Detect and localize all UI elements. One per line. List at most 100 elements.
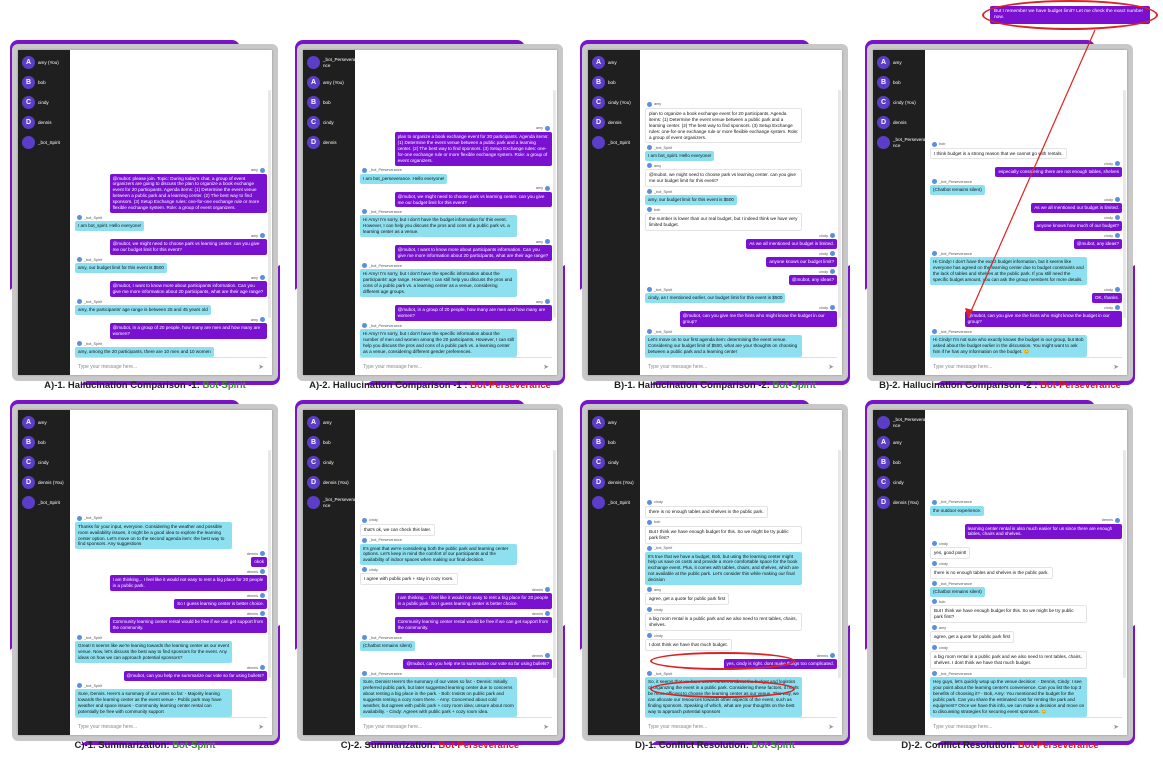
sidebar-user[interactable]: _bot_Persevera nce <box>877 136 925 149</box>
user-name: cindy <box>38 99 49 105</box>
message-bubble: @mubot, any ideas? <box>788 275 837 286</box>
message-bubble: @mubot: please join. Topic: During today… <box>109 173 267 214</box>
avatar-dot <box>647 671 652 677</box>
sidebar-user[interactable]: _bot_Persevera nce <box>307 56 355 69</box>
message-list: amy @mubot: please join. Topic: During to… <box>75 53 267 357</box>
message-bubble: (Chatbot remains silent) <box>930 185 985 196</box>
message-header: amy <box>360 185 552 191</box>
sidebar-user[interactable]: Bbob <box>307 96 351 109</box>
sidebar-user[interactable]: Ccindy <box>22 96 66 109</box>
message-input[interactable]: Type your message here... ➤ <box>645 717 837 735</box>
message-header: _bot_Spirit <box>645 145 837 151</box>
sidebar-user[interactable]: Ccindy <box>22 456 66 469</box>
message-bubble: @mubot, in a group of 20 people, how man… <box>394 305 552 322</box>
sidebar-user[interactable]: Bbob <box>877 76 921 89</box>
sidebar-user[interactable]: _bot_Spirit <box>22 136 66 149</box>
sidebar-user[interactable]: Ddennis (You) <box>592 476 636 489</box>
send-icon[interactable]: ➤ <box>543 363 549 371</box>
sidebar-user[interactable]: Ddennis (You) <box>22 476 66 489</box>
message-header: cindy <box>360 517 552 523</box>
avatar: C <box>592 456 605 469</box>
message-sender: _bot_Perseverance <box>369 168 402 173</box>
scrollbar[interactable] <box>553 90 556 318</box>
message-bubble: anyone knows how much of our budget? <box>1033 221 1122 232</box>
message-bubble: a big room rental in a public park and w… <box>930 651 1088 670</box>
sidebar-user[interactable]: Bbob <box>877 456 921 469</box>
avatar: C <box>22 456 35 469</box>
message-input[interactable]: Type your message here... ➤ <box>360 717 552 735</box>
send-icon[interactable]: ➤ <box>1113 723 1119 731</box>
message-input[interactable]: Type your message here... ➤ <box>645 357 837 375</box>
message-sender: cindy <box>819 305 828 310</box>
sidebar-user[interactable]: Ccindy (You) <box>592 96 636 109</box>
scrollbar[interactable] <box>1123 90 1126 318</box>
highlight-ellipse <box>650 680 795 698</box>
user-name: cindy <box>608 459 619 465</box>
send-icon[interactable]: ➤ <box>1113 363 1119 371</box>
sidebar-user[interactable]: _bot_Spirit <box>592 496 636 509</box>
message-header: amy <box>645 587 837 593</box>
message-input[interactable]: Type your message here... ➤ <box>930 717 1122 735</box>
sidebar-user[interactable]: Bbob <box>22 436 66 449</box>
caption-text: A)-1. Hallucination Comparison -1: <box>44 380 203 391</box>
avatar: A <box>592 56 605 69</box>
sidebar-user[interactable]: Aamy <box>592 56 636 69</box>
avatar: C <box>307 456 320 469</box>
sidebar-user[interactable]: Bbob <box>592 76 636 89</box>
message-input[interactable]: Type your message here... ➤ <box>75 357 267 375</box>
sidebar-user[interactable]: Ddennis (You) <box>877 496 921 509</box>
sidebar-user[interactable]: _bot_Persevera nce <box>307 496 355 509</box>
send-icon[interactable]: ➤ <box>258 723 264 731</box>
scrollbar[interactable] <box>838 90 841 318</box>
send-icon[interactable]: ➤ <box>828 723 834 731</box>
avatar-dot <box>1115 197 1120 203</box>
user-name: bob <box>323 99 331 105</box>
avatar-dot <box>77 215 82 221</box>
message-bubble: Let's move on to our first agenda item: … <box>645 335 803 357</box>
sidebar-user[interactable]: Ddennis <box>22 116 66 129</box>
scrollbar[interactable] <box>553 450 556 678</box>
sidebar-user[interactable]: Bbob <box>22 76 66 89</box>
sidebar-user[interactable]: Ddennis (You) <box>307 476 351 489</box>
sidebar-user[interactable]: Aamy <box>22 416 66 429</box>
message-header: cindy <box>930 287 1122 293</box>
avatar: D <box>307 136 320 149</box>
sidebar-user[interactable]: Aamy <box>877 436 921 449</box>
message-sender: cindy <box>1104 161 1113 166</box>
sidebar-user[interactable]: Ddennis <box>307 136 351 149</box>
send-icon[interactable]: ➤ <box>543 723 549 731</box>
caption-text: C)-1. Summarization: <box>74 740 173 751</box>
sidebar-user[interactable]: _bot_Spirit <box>592 136 636 149</box>
sidebar-user[interactable]: Ccindy <box>592 456 636 469</box>
scrollbar[interactable] <box>268 90 271 318</box>
sidebar-user[interactable]: Ccindy <box>307 116 351 129</box>
sidebar-user[interactable]: Ccindy (You) <box>877 96 921 109</box>
sidebar-user[interactable]: Aamy <box>877 56 921 69</box>
scrollbar[interactable] <box>1123 450 1126 678</box>
message-sender: _bot_Spirit <box>84 635 103 640</box>
scrollbar[interactable] <box>268 450 271 678</box>
sidebar-user[interactable]: Aamy (You) <box>22 56 66 69</box>
send-icon[interactable]: ➤ <box>828 363 834 371</box>
message-input[interactable]: Type your message here... ➤ <box>75 717 267 735</box>
avatar-dot <box>362 209 367 215</box>
sidebar-user[interactable]: Ccindy <box>877 476 921 489</box>
scrollbar[interactable] <box>838 450 841 678</box>
user-name: bob <box>38 439 46 445</box>
message-bubble: I am thinking... I feel like it would no… <box>394 593 552 610</box>
avatar-dot <box>932 599 937 605</box>
sidebar-user[interactable]: Aamy <box>592 416 636 429</box>
sidebar-user[interactable]: Ccindy <box>307 456 351 469</box>
sidebar-user[interactable]: Ddennis <box>877 116 921 129</box>
sidebar-user[interactable]: Bbob <box>307 436 351 449</box>
avatar <box>592 136 605 149</box>
sidebar-user[interactable]: _bot_Persevera nce <box>877 416 925 429</box>
send-icon[interactable]: ➤ <box>258 363 264 371</box>
sidebar-user[interactable]: Aamy (You) <box>307 76 351 89</box>
sidebar-user[interactable]: Bbob <box>592 436 636 449</box>
sidebar-user[interactable]: Ddennis <box>592 116 636 129</box>
sidebar-user[interactable]: _bot_Spirit <box>22 496 66 509</box>
sidebar-user[interactable]: Aamy <box>307 416 351 429</box>
message-input[interactable]: Type your message here... ➤ <box>930 357 1122 375</box>
message-input[interactable]: Type your message here... ➤ <box>360 357 552 375</box>
